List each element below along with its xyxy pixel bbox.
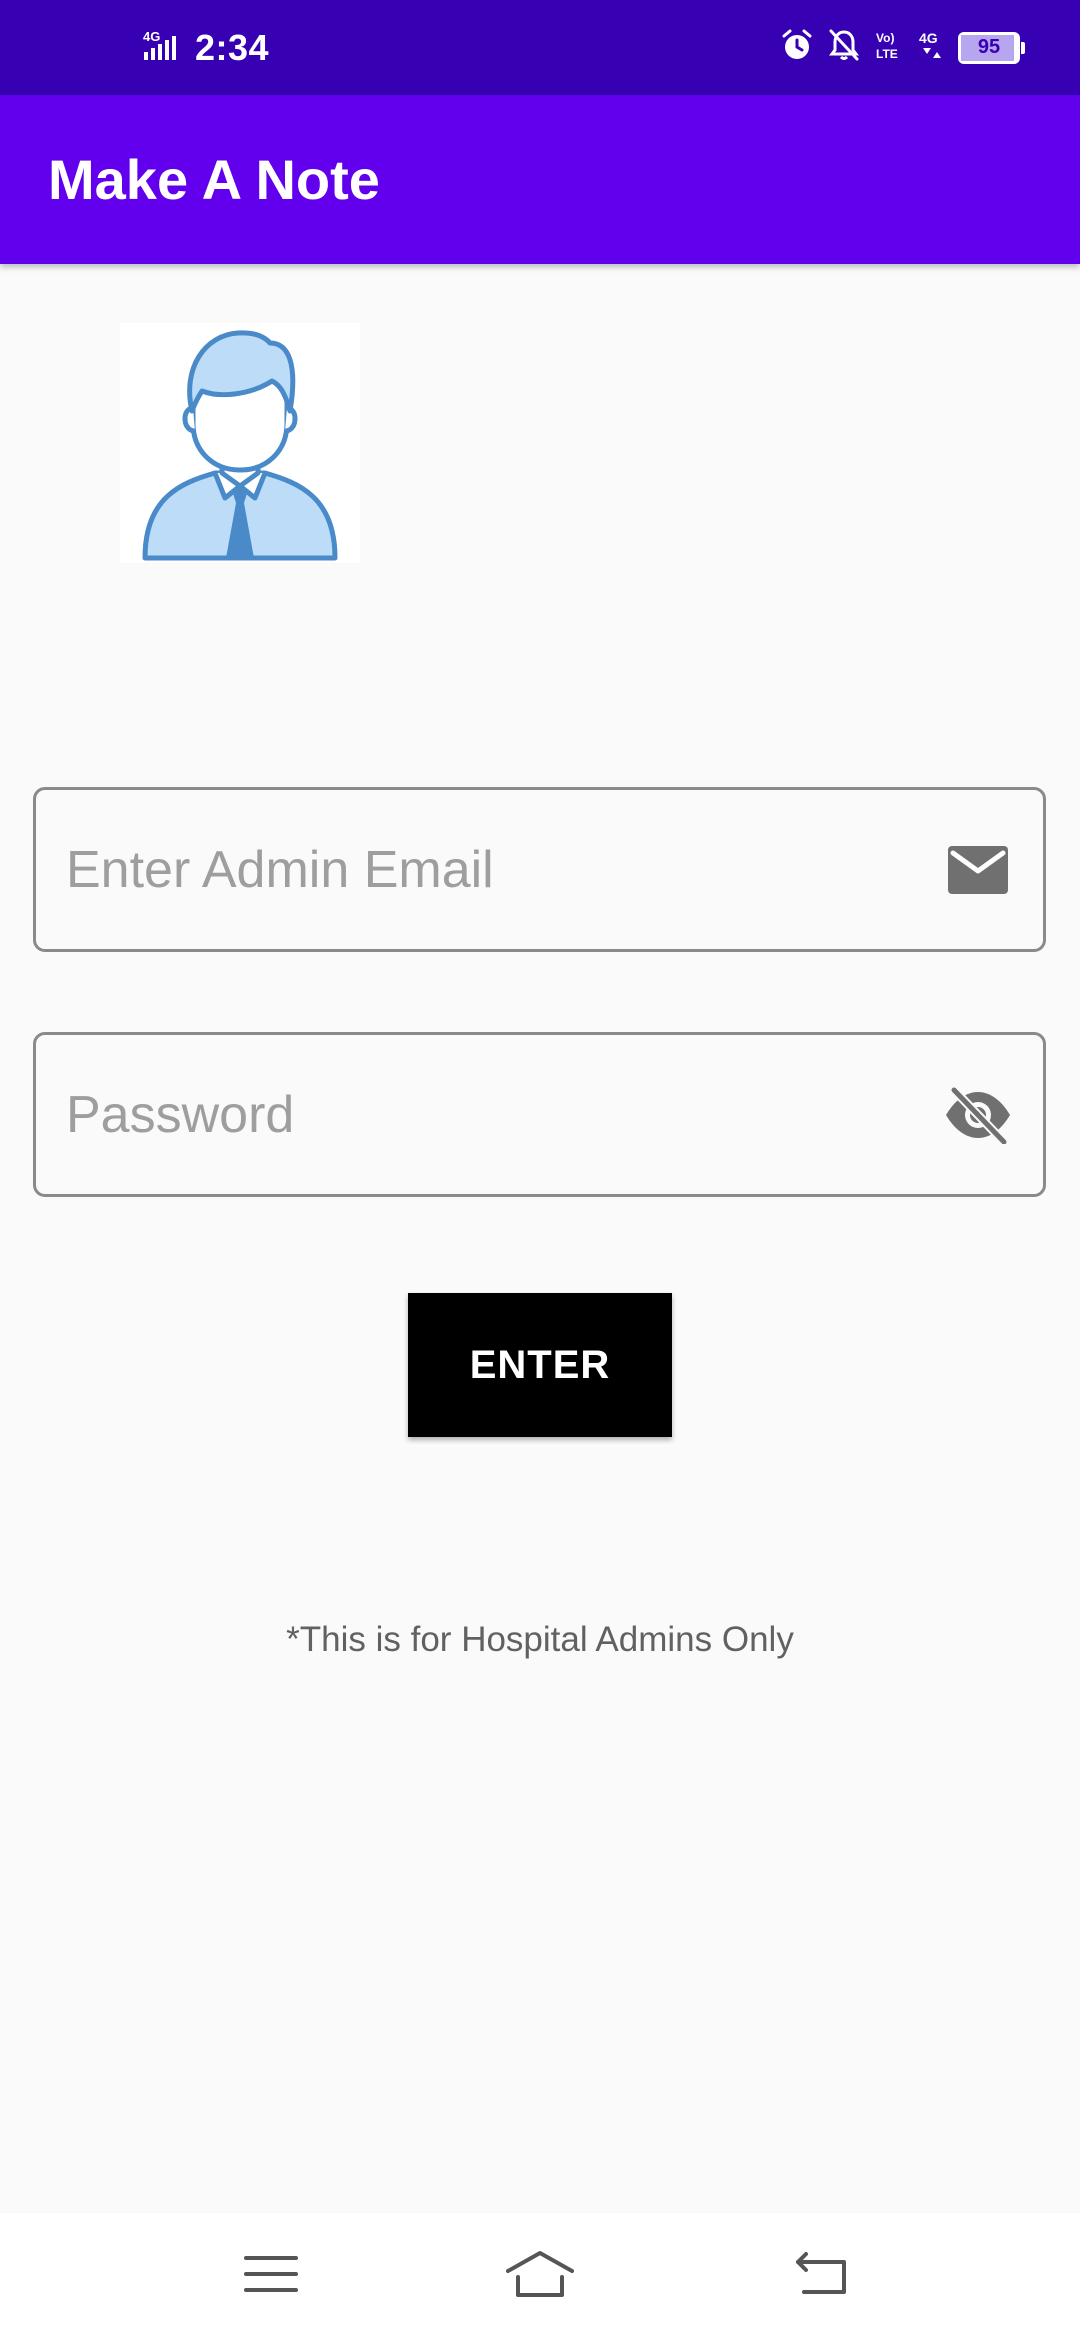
home-icon [504,2249,576,2304]
status-time: 2:34 [195,26,270,68]
back-icon [794,2252,850,2301]
home-button[interactable] [480,2213,600,2340]
visibility-off-icon[interactable] [943,1080,1013,1150]
svg-text:LTE: LTE [876,47,898,61]
app-title: Make A Note [48,148,380,211]
nav-bar [0,2213,1080,2340]
alarm-icon [780,28,814,67]
password-field[interactable] [33,1032,1046,1197]
battery-icon: 95 [958,31,1025,64]
admin-only-note: *This is for Hospital Admins Only [286,1620,794,1659]
svg-text:4G: 4G [143,29,160,44]
volte-icon: Vo) LTE [874,28,904,67]
password-input[interactable] [66,1035,946,1194]
status-right: Vo) LTE 4G 95 [780,0,1025,95]
enter-button[interactable]: ENTER [408,1293,672,1437]
email-input[interactable] [66,790,946,949]
battery-level: 95 [977,36,1001,58]
menu-button[interactable] [211,2213,331,2340]
svg-text:Vo): Vo) [876,31,894,45]
status-bar: 4G 2:34 Vo) LTE 4G 95 [0,0,1080,95]
screen: 4G 2:34 Vo) LTE 4G 95 Make A Note Enter … [0,0,1080,2340]
svg-text:4G: 4G [919,30,938,46]
signal-icon: 4G [143,28,183,67]
app-bar: Make A Note [0,95,1080,264]
admin-avatar-icon [120,323,360,563]
email-field[interactable] [33,787,1046,952]
4g-icon: 4G [918,28,944,67]
menu-icon [244,2254,298,2299]
back-button[interactable] [762,2213,882,2340]
status-left: 4G 2:34 [143,0,269,95]
notifications-off-icon [828,28,860,67]
email-icon [943,835,1013,905]
